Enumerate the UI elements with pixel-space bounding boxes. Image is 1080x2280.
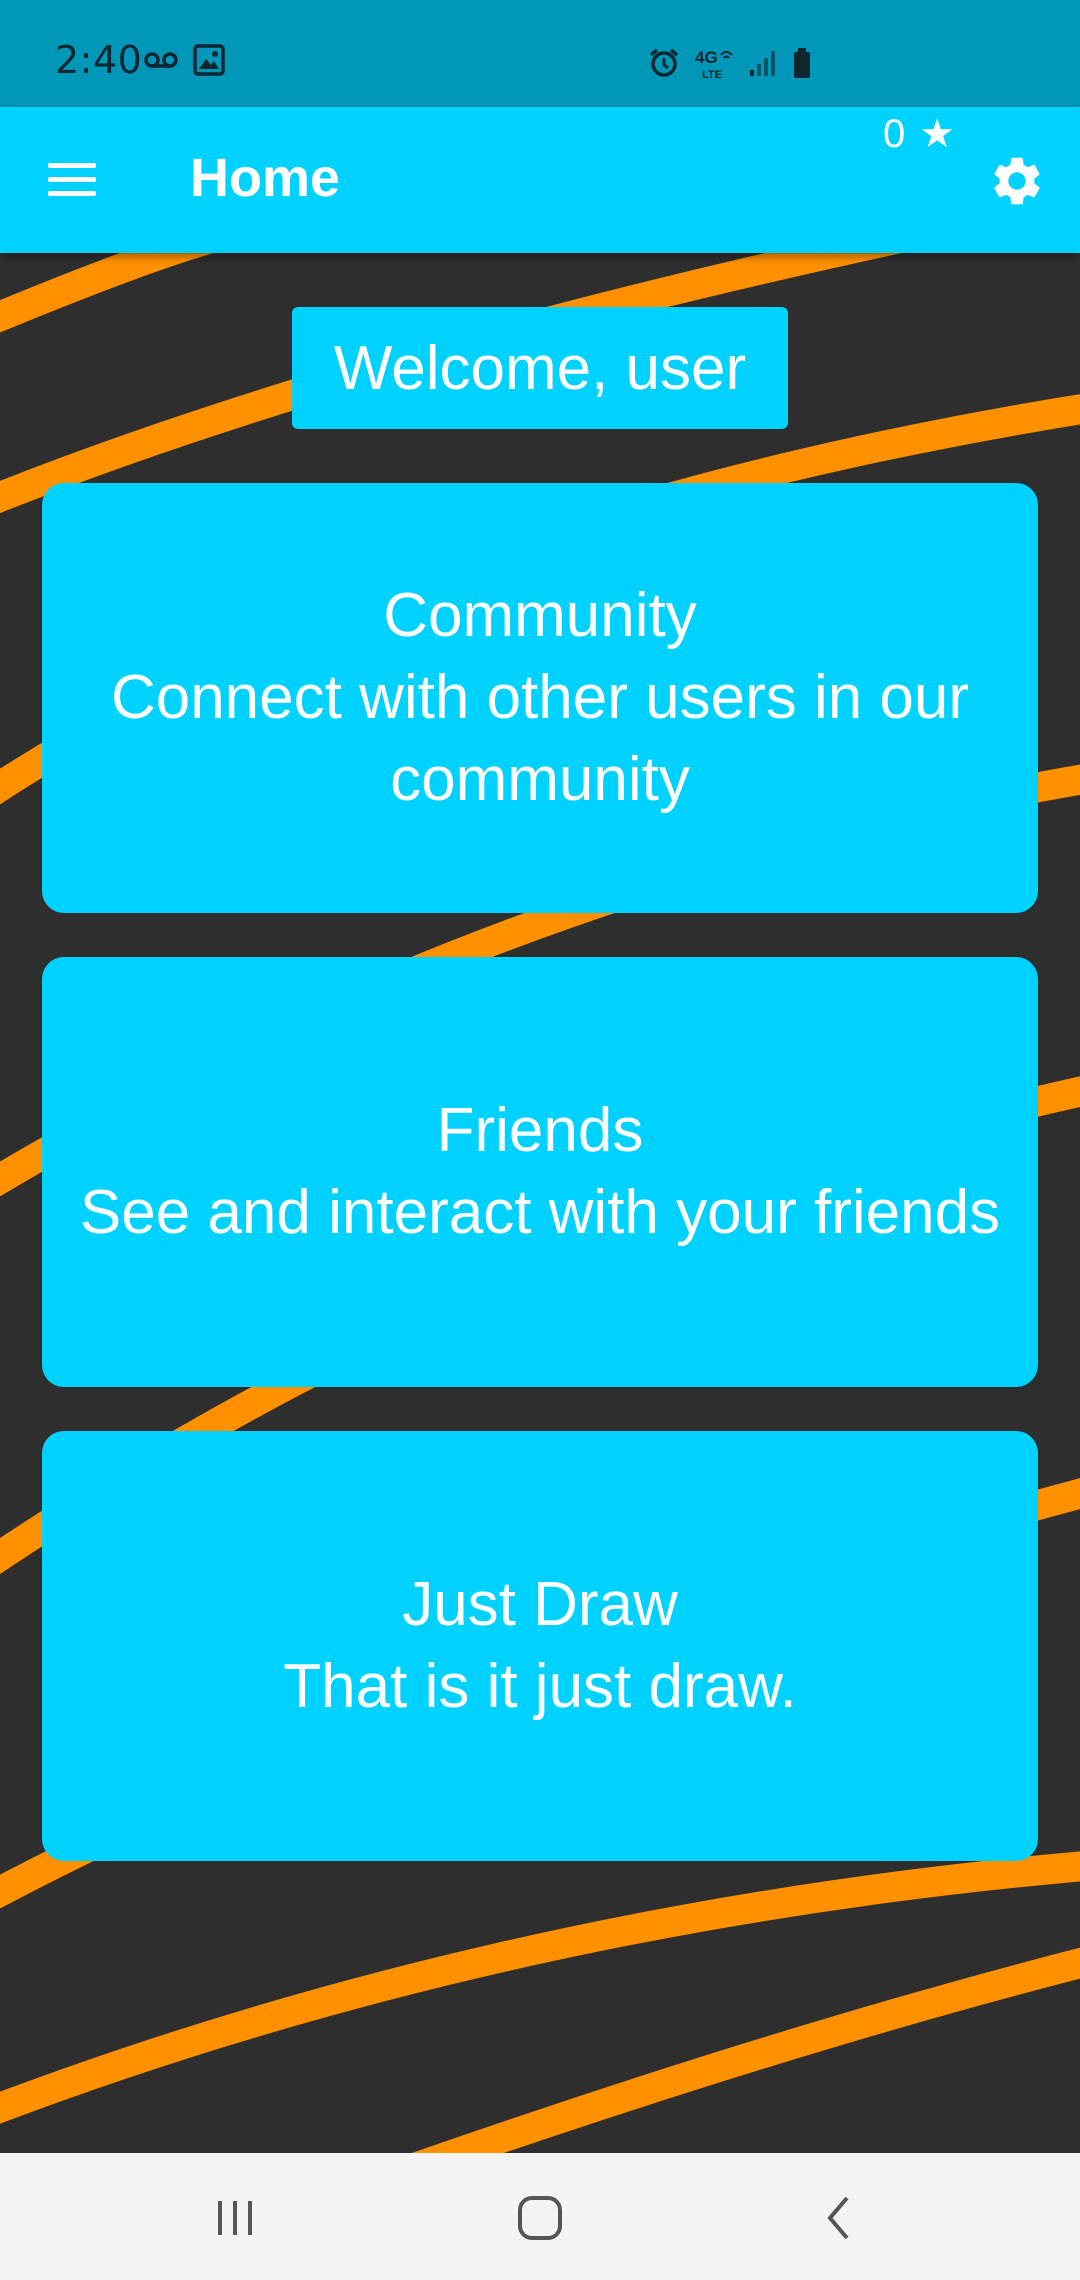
card-description: That is it just draw. — [283, 1652, 797, 1721]
card-title: Just Draw — [402, 1570, 678, 1639]
system-nav-bar — [0, 2153, 1080, 2280]
gear-icon[interactable] — [988, 152, 1046, 210]
card-description: See and interact with your friends — [79, 1178, 1001, 1247]
star-count: 0 — [883, 111, 906, 156]
hamburger-menu-icon[interactable] — [40, 155, 106, 205]
app-bar: Home 0 ★ — [0, 107, 1080, 253]
friends-card-button[interactable]: Friends See and interact with your frien… — [42, 957, 1038, 1387]
welcome-banner: Welcome, user — [292, 307, 788, 429]
alarm-icon — [648, 47, 680, 84]
page-title: Home — [190, 148, 341, 208]
home-icon[interactable] — [505, 2183, 575, 2253]
star-icon: ★ — [919, 112, 956, 156]
status-bar: 2:40 4G LTE — [0, 0, 1080, 107]
recent-apps-icon[interactable] — [200, 2183, 270, 2253]
card-description: Connect with other users in our communit… — [110, 663, 970, 814]
just-draw-card-button[interactable]: Just Draw That is it just draw. — [42, 1431, 1038, 1861]
status-time: 2:40 — [55, 38, 143, 82]
4g-lte-icon: 4G LTE — [694, 46, 734, 85]
image-icon — [193, 44, 225, 81]
battery-icon — [792, 47, 812, 84]
svg-text:LTE: LTE — [702, 69, 722, 80]
voicemail-icon — [143, 50, 179, 75]
card-title: Community — [383, 581, 697, 650]
signal-icon — [748, 48, 778, 83]
card-title: Friends — [436, 1096, 644, 1165]
svg-text:4G: 4G — [695, 48, 718, 67]
back-icon[interactable] — [805, 2183, 875, 2253]
community-card-button[interactable]: Community Connect with other users in ou… — [42, 483, 1038, 913]
star-counter: 0 ★ — [883, 111, 955, 157]
